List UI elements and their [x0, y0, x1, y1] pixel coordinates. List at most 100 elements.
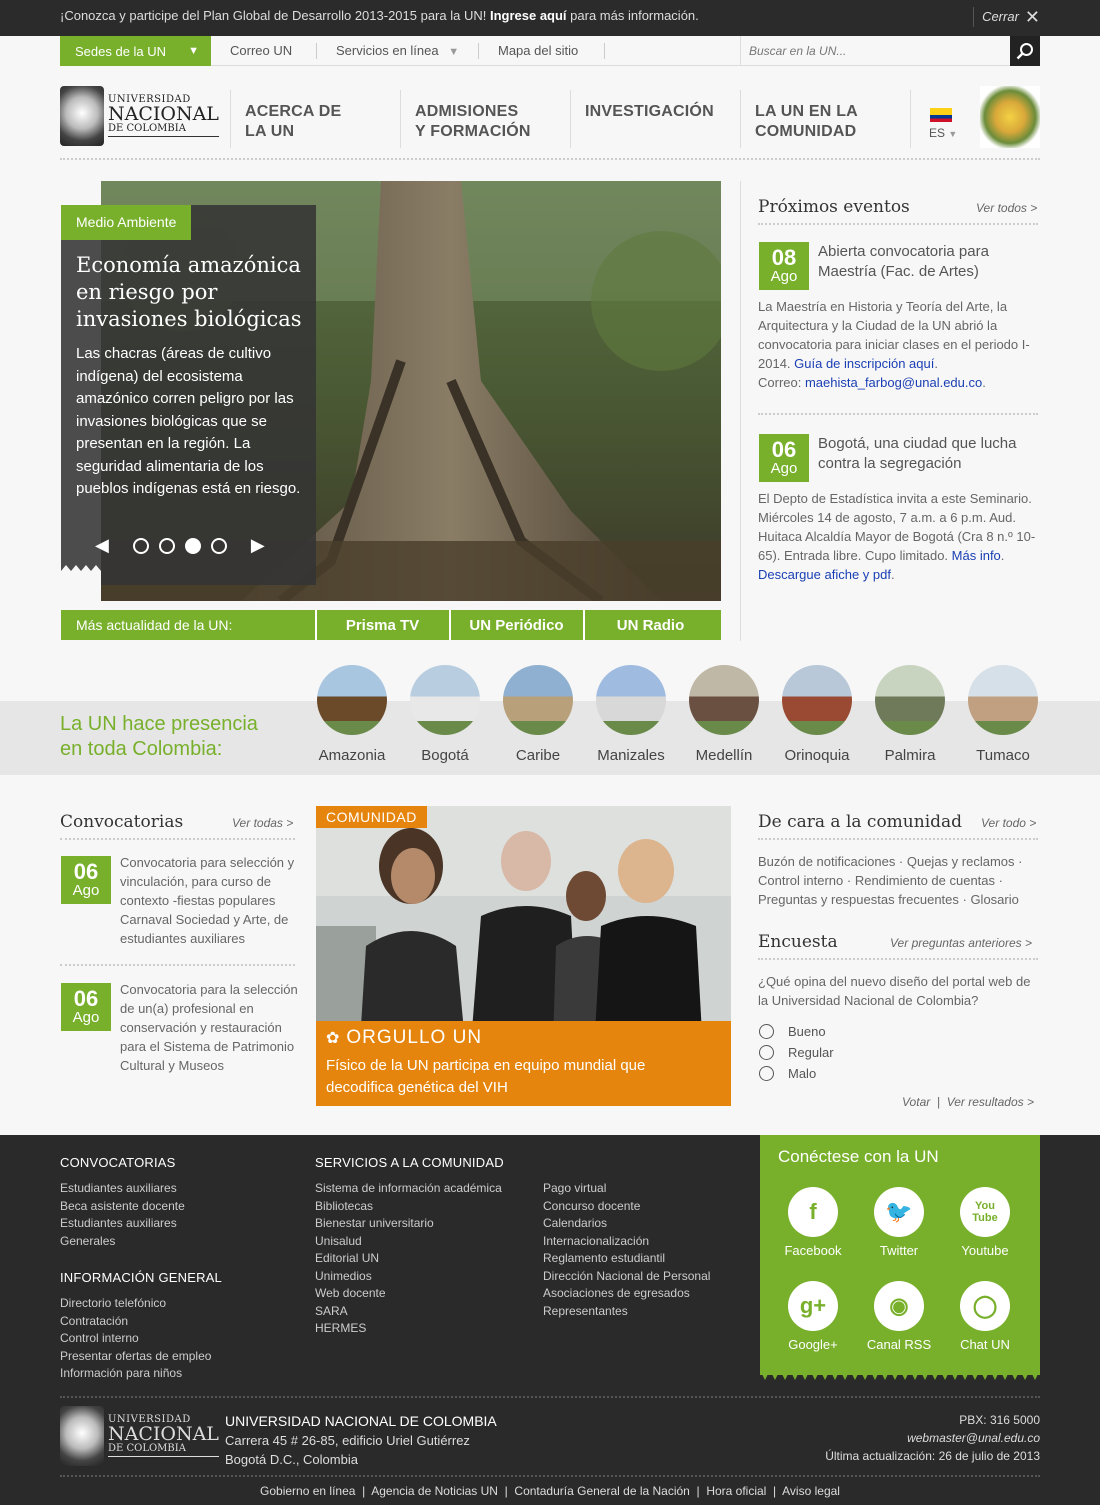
- sede-palmira[interactable]: Palmira: [870, 665, 950, 764]
- footer-servicios-list-2: Pago virtual Concurso docente Calendarios I…: [543, 1180, 710, 1320]
- footer-link[interactable]: Directorio telefónico: [60, 1295, 211, 1313]
- footer-link[interactable]: Calendarios: [543, 1215, 710, 1233]
- correo-link[interactable]: Correo UN: [230, 43, 292, 58]
- footer-link[interactable]: Estudiantes auxiliares: [60, 1215, 185, 1233]
- footer-link[interactable]: Bibliotecas: [315, 1198, 502, 1216]
- footer-link[interactable]: Generales: [60, 1233, 185, 1251]
- footer-link[interactable]: HERMES: [315, 1320, 502, 1338]
- youtube-link[interactable]: You Tube Youtube: [942, 1187, 1028, 1258]
- footer-bottom-link[interactable]: Hora oficial: [706, 1484, 766, 1498]
- encuesta-prev-link[interactable]: Ver preguntas anteriores >: [890, 936, 1032, 950]
- language-selector[interactable]: ES ▼: [929, 126, 957, 140]
- event-title[interactable]: Abierta convocatoria para Maestría (Fac.…: [818, 242, 1038, 282]
- footer-link[interactable]: Representantes: [543, 1303, 710, 1321]
- footer-link[interactable]: Unimedios: [315, 1268, 502, 1286]
- sede-bogota[interactable]: Bogotá: [405, 665, 485, 764]
- event-title[interactable]: Bogotá, una ciudad que lucha contra la s…: [818, 434, 1038, 474]
- footer-link[interactable]: Bienestar universitario: [315, 1215, 502, 1233]
- results-link[interactable]: Ver resultados >: [947, 1095, 1034, 1109]
- servicios-dropdown[interactable]: Servicios en línea ▼: [336, 43, 459, 58]
- sede-medellin[interactable]: Medellín: [684, 665, 764, 764]
- more-news-bar: Más actualidad de la UN: Prisma TV UN Pe…: [61, 610, 721, 640]
- footer-link[interactable]: Pago virtual: [543, 1180, 710, 1198]
- facebook-link[interactable]: f Facebook: [770, 1187, 856, 1258]
- carousel-dot[interactable]: [210, 537, 227, 554]
- footer-link[interactable]: Contratación: [60, 1313, 211, 1331]
- rss-link[interactable]: ◉ Canal RSS: [856, 1281, 942, 1352]
- footer-link[interactable]: Beca asistente docente: [60, 1198, 185, 1216]
- radio-option[interactable]: Bueno: [759, 1021, 834, 1042]
- footer-link[interactable]: Concurso docente: [543, 1198, 710, 1216]
- un-periodico-button[interactable]: UN Periódico: [449, 610, 582, 640]
- footer-link[interactable]: SARA: [315, 1303, 502, 1321]
- footer-link[interactable]: Control interno: [60, 1330, 211, 1348]
- comunidad-caption[interactable]: ✿ ORGULLO UN Físico de la UN participa en…: [316, 1021, 731, 1106]
- prev-arrow-icon[interactable]: ◀: [95, 535, 109, 556]
- footer-bottom-link[interactable]: Contaduría General de la Nación: [514, 1484, 689, 1498]
- chevron-down-icon: ▼: [448, 46, 460, 58]
- footer-un-logo[interactable]: UNIVERSIDAD NACIONAL DE COLOMBIA: [60, 1406, 219, 1466]
- radio-option[interactable]: Regular: [759, 1042, 834, 1063]
- sede-amazonia[interactable]: Amazonia: [312, 665, 392, 764]
- footer-link[interactable]: Presentar ofertas de empleo: [60, 1348, 211, 1366]
- webmaster-email-link[interactable]: webmaster@unal.edu.co: [825, 1429, 1040, 1447]
- hero-category-tag[interactable]: Medio Ambiente: [61, 205, 192, 240]
- carousel-dot[interactable]: [132, 537, 149, 554]
- carousel-dot[interactable]: [158, 537, 175, 554]
- events-see-all-link[interactable]: Ver todos >: [976, 201, 1037, 215]
- hero-title[interactable]: Economía amazónica en riesgo por invasio…: [76, 252, 306, 333]
- footer-convocatorias-title: CONVOCATORIAS: [60, 1155, 176, 1170]
- footer-link[interactable]: Editorial UN: [315, 1250, 502, 1268]
- announcement-link[interactable]: Ingrese aquí: [490, 8, 567, 23]
- search-button[interactable]: [1010, 36, 1040, 66]
- un-logo[interactable]: UNIVERSIDAD NACIONAL DE COLOMBIA: [60, 86, 219, 146]
- nav-comunidad[interactable]: LA UN EN LA COMUNIDAD: [755, 102, 858, 142]
- footer-link[interactable]: Estudiantes auxiliares: [60, 1180, 185, 1198]
- footer-bottom-link[interactable]: Agencia de Noticias UN: [371, 1484, 498, 1498]
- mapa-link[interactable]: Mapa del sitio: [498, 43, 578, 58]
- convocatorias-see-all-link[interactable]: Ver todas >: [232, 816, 293, 830]
- convocatoria-item[interactable]: Convocatoria para selección y vinculació…: [120, 853, 298, 948]
- cara-links[interactable]: Buzón de notificaciones · Quejas y recla…: [758, 852, 1040, 909]
- cara-see-all-link[interactable]: Ver todo >: [981, 816, 1036, 830]
- sedes-dropdown[interactable]: Sedes de la UN ▼: [60, 36, 211, 66]
- sede-tumaco[interactable]: Tumaco: [963, 665, 1043, 764]
- footer-link[interactable]: Dirección Nacional de Personal: [543, 1268, 710, 1286]
- carousel-dot-active[interactable]: [184, 537, 201, 554]
- radio-option[interactable]: Malo: [759, 1063, 834, 1084]
- footer-servicios-list: Sistema de información académica Bibliote…: [315, 1180, 502, 1338]
- footer-link[interactable]: Información para niños: [60, 1365, 211, 1383]
- chat-link[interactable]: ◯ Chat UN: [942, 1281, 1028, 1352]
- event-link[interactable]: Más info: [952, 548, 1001, 563]
- footer-link[interactable]: Web docente: [315, 1285, 502, 1303]
- search-input[interactable]: Buscar en la UN...: [741, 36, 1010, 66]
- event-download-link[interactable]: Descargue afiche y pdf: [758, 567, 891, 582]
- footer-link[interactable]: Reglamento estudiantil: [543, 1250, 710, 1268]
- un-radio-button[interactable]: UN Radio: [583, 610, 716, 640]
- prisma-tv-button[interactable]: Prisma TV: [315, 610, 448, 640]
- convocatoria-item[interactable]: Convocatoria para la selección de un(a) …: [120, 980, 298, 1075]
- comunidad-tag[interactable]: COMUNIDAD: [316, 806, 427, 828]
- sede-name: Caribe: [515, 747, 561, 764]
- footer-link[interactable]: Unisalud: [315, 1233, 502, 1251]
- comunidad-headline[interactable]: Físico de la UN participa en equipo mund…: [326, 1055, 706, 1099]
- next-arrow-icon[interactable]: ▶: [251, 535, 265, 556]
- close-announcement-button[interactable]: Cerrar ✕: [973, 7, 1040, 27]
- googleplus-link[interactable]: g+ Google+: [770, 1281, 856, 1352]
- footer-link[interactable]: Asociaciones de egresados: [543, 1285, 710, 1303]
- nav-investigacion[interactable]: INVESTIGACIÓN: [585, 102, 714, 122]
- sede-orinoquia[interactable]: Orinoquia: [777, 665, 857, 764]
- event-email-link[interactable]: maehista_farbog@unal.edu.co: [805, 375, 982, 390]
- footer-link[interactable]: Internacionalización: [543, 1233, 710, 1251]
- sede-manizales[interactable]: Manizales: [591, 665, 671, 764]
- footer-link[interactable]: Sistema de información académica: [315, 1180, 502, 1198]
- event-link[interactable]: Guía de inscripción aquí: [794, 356, 934, 371]
- footer-bottom-link[interactable]: Gobierno en línea: [260, 1484, 355, 1498]
- vote-button[interactable]: Votar: [902, 1095, 930, 1109]
- nav-acerca[interactable]: ACERCA DE LA UN: [245, 102, 341, 142]
- sede-caribe[interactable]: Caribe: [498, 665, 578, 764]
- convocatoria-date-badge: 06 Ago: [61, 983, 111, 1031]
- footer-bottom-link[interactable]: Aviso legal: [782, 1484, 840, 1498]
- twitter-link[interactable]: 🐦 Twitter: [856, 1187, 942, 1258]
- nav-admisiones[interactable]: ADMISIONES Y FORMACIÓN: [415, 102, 531, 142]
